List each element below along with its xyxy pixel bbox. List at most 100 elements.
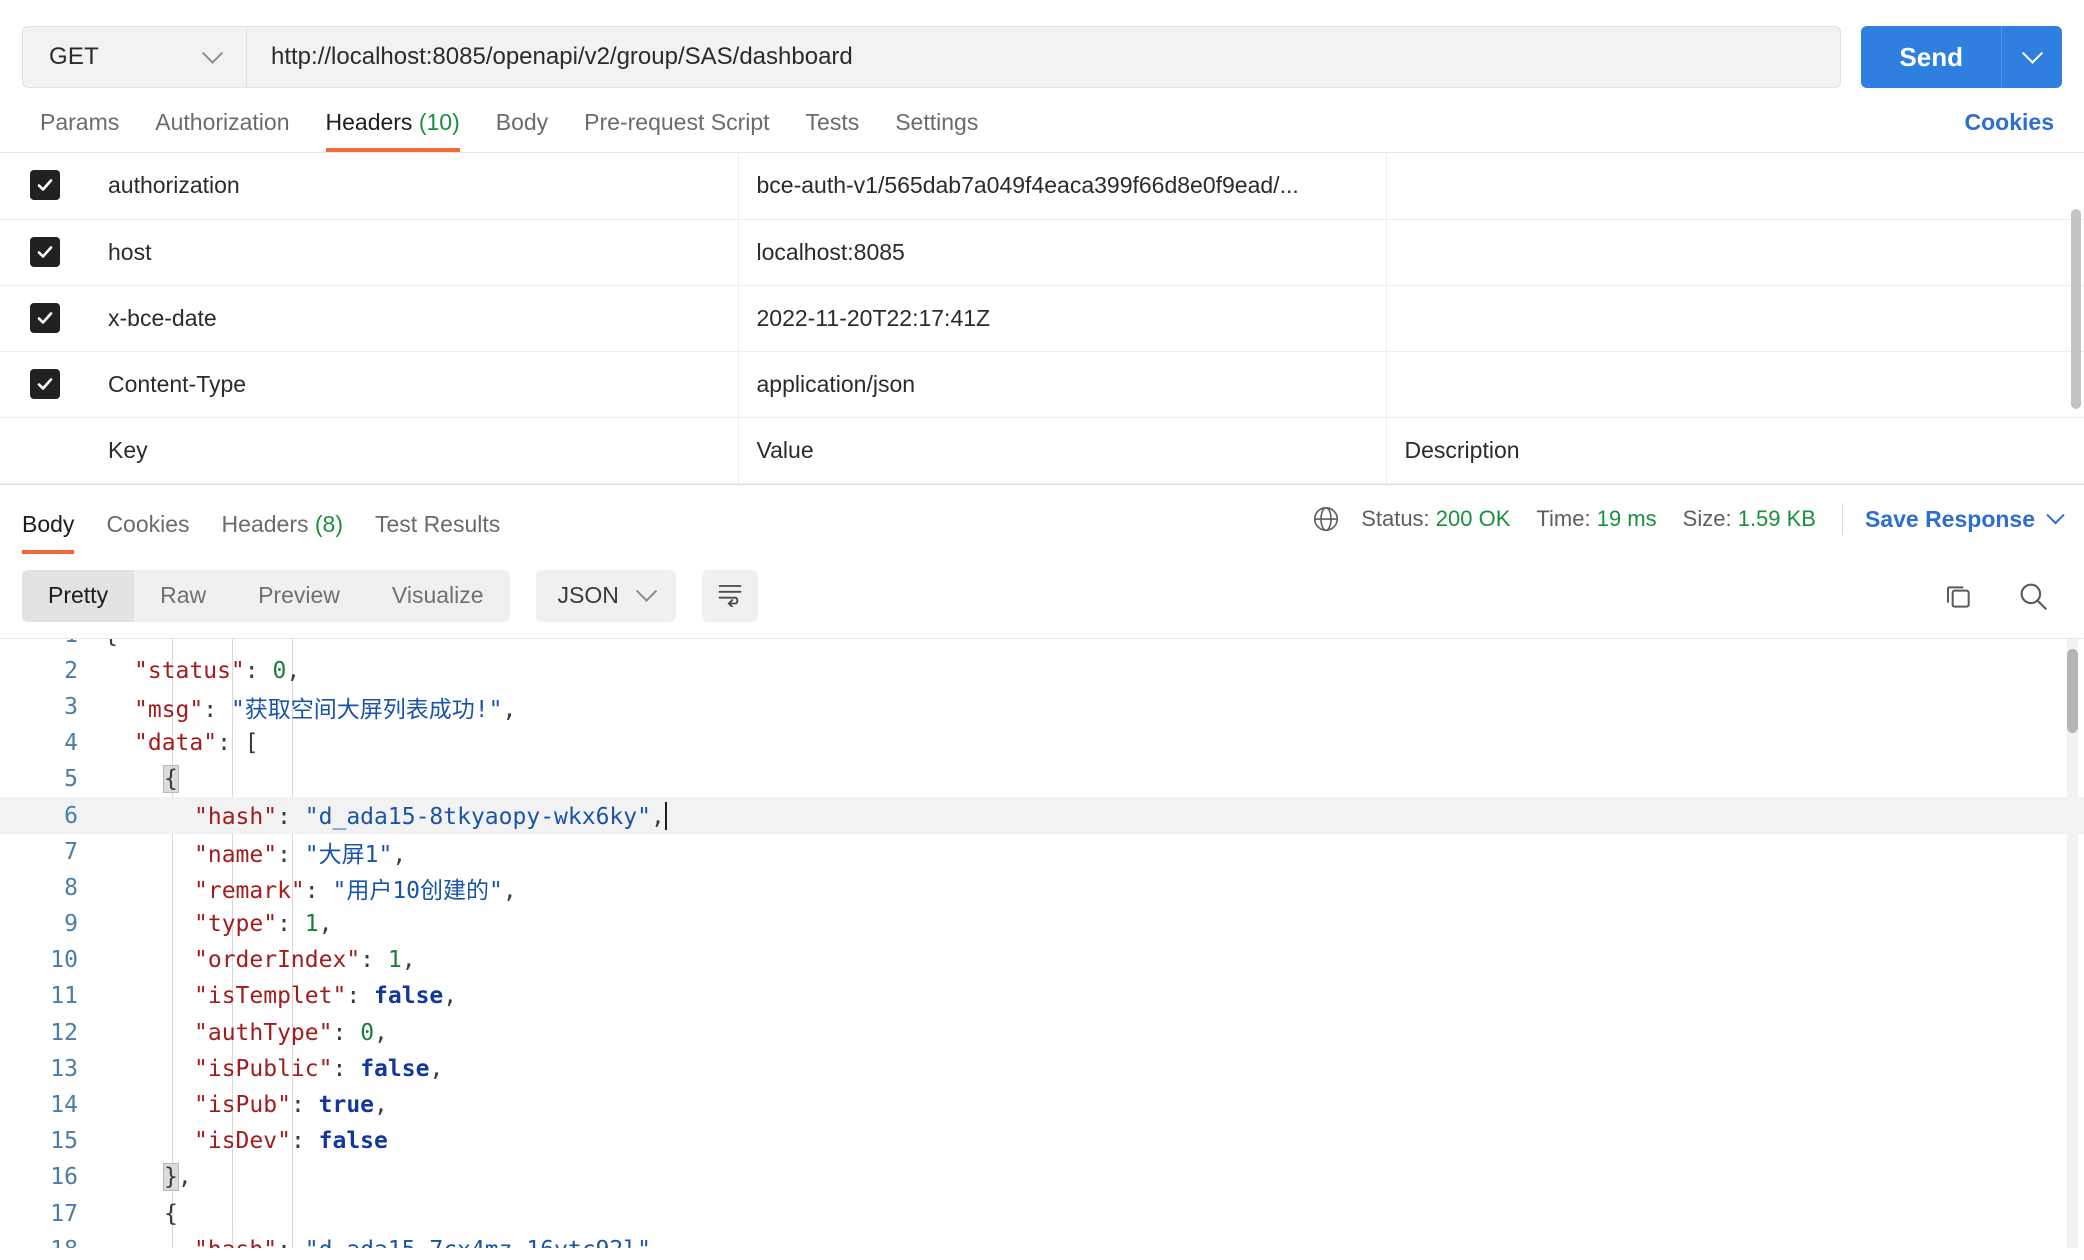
code-line-text: "orderIndex": 1, bbox=[104, 947, 416, 973]
code-line[interactable]: 10 "orderIndex": 1, bbox=[0, 942, 2084, 978]
code-line[interactable]: 15 "isDev": false bbox=[0, 1123, 2084, 1159]
code-line[interactable]: 2 "status": 0, bbox=[0, 653, 2084, 689]
header-value[interactable]: application/json bbox=[738, 351, 1387, 418]
tab-headers[interactable]: Headers (10) bbox=[308, 109, 478, 152]
table-row[interactable]: Content-Type application/json bbox=[0, 351, 2084, 418]
table-row[interactable]: authorization bce-auth-v1/565dab7a049f4e… bbox=[0, 153, 2084, 220]
code-token: , bbox=[286, 657, 301, 684]
table-row[interactable]: host localhost:8085 bbox=[0, 219, 2084, 286]
chevron-down-icon bbox=[2046, 505, 2065, 524]
header-key[interactable]: authorization bbox=[90, 153, 739, 220]
header-description[interactable] bbox=[1386, 219, 2084, 286]
new-header-description-input[interactable]: Description bbox=[1386, 417, 2084, 484]
globe-icon[interactable] bbox=[1311, 504, 1341, 534]
code-token: "status" bbox=[134, 657, 245, 684]
code-token: : bbox=[332, 1019, 361, 1046]
search-icon[interactable] bbox=[2016, 579, 2050, 613]
view-mode-raw[interactable]: Raw bbox=[134, 570, 232, 622]
line-number: 15 bbox=[50, 1128, 78, 1155]
copy-icon[interactable] bbox=[1942, 580, 1974, 612]
code-token: "remark" bbox=[194, 877, 305, 904]
response-tab-cookies[interactable]: Cookies bbox=[90, 511, 205, 554]
header-value[interactable]: bce-auth-v1/565dab7a049f4eaca399f66d8e0f… bbox=[738, 153, 1387, 220]
headers-table-scrollbar[interactable] bbox=[2071, 209, 2081, 409]
new-header-key-input[interactable]: Key bbox=[90, 417, 739, 484]
tab-settings[interactable]: Settings bbox=[877, 109, 996, 152]
code-line[interactable]: 17 { bbox=[0, 1196, 2084, 1232]
line-number: 16 bbox=[50, 1164, 78, 1191]
code-line[interactable]: 5{ bbox=[0, 761, 2084, 797]
response-tab-test-results[interactable]: Test Results bbox=[359, 511, 516, 554]
status-label: Status: bbox=[1361, 506, 1430, 531]
code-line-text: "isPublic": false, bbox=[104, 1056, 443, 1082]
checkbox-checked-icon[interactable] bbox=[30, 302, 60, 333]
language-selector[interactable]: JSON bbox=[535, 569, 676, 622]
send-options-button[interactable] bbox=[2002, 26, 2062, 88]
send-button[interactable]: Send bbox=[1861, 26, 2002, 88]
text-cursor bbox=[664, 801, 667, 830]
checkbox-checked-icon[interactable] bbox=[30, 368, 60, 399]
matching-bracket: { bbox=[163, 765, 179, 794]
code-line-text: { bbox=[104, 639, 118, 648]
tab-body[interactable]: Body bbox=[478, 109, 566, 152]
tab-label: Params bbox=[40, 109, 120, 135]
code-line[interactable]: 13 "isPublic": false, bbox=[0, 1051, 2084, 1087]
code-token: "type" bbox=[194, 911, 278, 938]
request-url-bar: GET http://localhost:8085/openapi/v2/gro… bbox=[0, 0, 2084, 96]
code-token: "isDev" bbox=[194, 1128, 291, 1155]
http-method-selector[interactable]: GET bbox=[23, 27, 247, 87]
chevron-down-icon bbox=[635, 580, 657, 602]
tab-authorization[interactable]: Authorization bbox=[137, 109, 307, 152]
tab-count: (10) bbox=[418, 109, 460, 135]
code-line[interactable]: 1{ bbox=[0, 639, 2084, 653]
response-tab-body[interactable]: Body bbox=[22, 511, 90, 554]
code-token: "data" bbox=[134, 730, 218, 757]
view-mode-preview[interactable]: Preview bbox=[232, 570, 366, 622]
header-value[interactable]: 2022-11-20T22:17:41Z bbox=[738, 285, 1387, 352]
cookies-link[interactable]: Cookies bbox=[1965, 109, 2062, 152]
header-value[interactable]: localhost:8085 bbox=[738, 219, 1387, 286]
code-line[interactable]: 16}, bbox=[0, 1159, 2084, 1195]
header-key[interactable]: host bbox=[90, 219, 739, 286]
code-line[interactable]: 14 "isPub": true, bbox=[0, 1087, 2084, 1123]
code-token: : bbox=[346, 983, 375, 1010]
code-line-text: { bbox=[104, 1201, 178, 1227]
code-line[interactable]: 4 "data": [ bbox=[0, 725, 2084, 761]
response-tab-headers[interactable]: Headers (8) bbox=[206, 511, 359, 554]
new-header-value-input[interactable]: Value bbox=[738, 417, 1387, 484]
header-description[interactable] bbox=[1386, 285, 2084, 352]
header-description[interactable] bbox=[1386, 351, 2084, 418]
line-number: 14 bbox=[50, 1092, 78, 1119]
tab-params[interactable]: Params bbox=[22, 109, 137, 152]
checkbox-checked-icon[interactable] bbox=[30, 236, 60, 267]
code-line[interactable]: 7 "name": "大屏1", bbox=[0, 834, 2084, 870]
code-line[interactable]: 6 "hash": "d_ada15-8tkyaopy-wkx6ky", bbox=[0, 797, 2084, 834]
code-line[interactable]: 11 "isTemplet": false, bbox=[0, 978, 2084, 1014]
code-line[interactable]: 18"hash": "d_ada15-7cx4mz-16ytc92l", bbox=[0, 1232, 2084, 1248]
code-token: false bbox=[360, 1055, 430, 1082]
header-key[interactable]: Content-Type bbox=[90, 351, 739, 418]
header-description[interactable] bbox=[1386, 153, 2084, 220]
code-token: : bbox=[360, 947, 388, 974]
code-line[interactable]: 12 "authType": 0, bbox=[0, 1015, 2084, 1051]
tab-pre-request-script[interactable]: Pre-request Script bbox=[566, 109, 787, 152]
view-mode-pretty[interactable]: Pretty bbox=[22, 569, 135, 622]
tab-tests[interactable]: Tests bbox=[788, 109, 878, 152]
code-line[interactable]: 9 "type": 1, bbox=[0, 906, 2084, 942]
table-row-new[interactable]: Key Value Description bbox=[0, 417, 2084, 484]
code-token: "name" bbox=[194, 841, 278, 868]
save-response-button[interactable]: Save Response bbox=[1865, 505, 2065, 533]
checkbox-checked-icon[interactable] bbox=[30, 170, 60, 201]
header-key[interactable]: x-bce-date bbox=[90, 285, 739, 352]
line-number: 1 bbox=[0, 639, 104, 648]
response-body-code[interactable]: 1{2"status": 0,3"msg": "获取空间大屏列表成功!",4"d… bbox=[0, 637, 2084, 1248]
tab-count: (8) bbox=[314, 511, 343, 537]
view-mode-visualize[interactable]: Visualize bbox=[366, 570, 510, 622]
request-tabs: Params Authorization Headers (10) Body P… bbox=[0, 96, 2084, 152]
code-line[interactable]: 3 "msg": "获取空间大屏列表成功!", bbox=[0, 689, 2084, 725]
code-line[interactable]: 8 "remark": "用户10创建的", bbox=[0, 870, 2084, 906]
table-row[interactable]: x-bce-date 2022-11-20T22:17:41Z bbox=[0, 285, 2084, 352]
code-token: false bbox=[318, 1128, 388, 1155]
url-input[interactable]: http://localhost:8085/openapi/v2/group/S… bbox=[247, 27, 1840, 87]
wrap-lines-button[interactable] bbox=[701, 569, 758, 622]
